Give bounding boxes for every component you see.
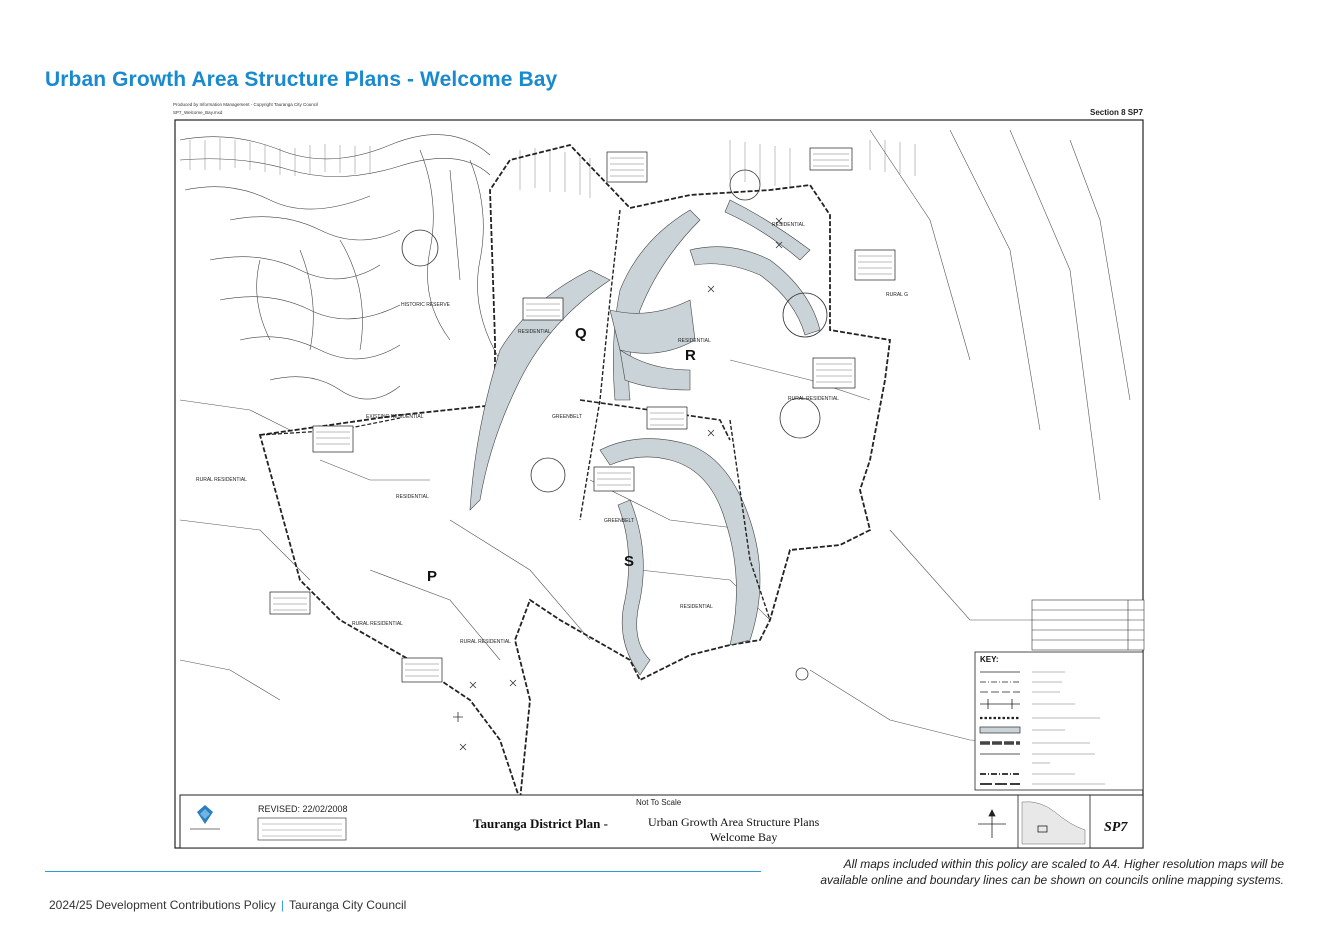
label-greenbelt-q: GREENBELT: [552, 414, 582, 420]
map-scale-note-line1: All maps included within this policy are…: [843, 857, 1284, 871]
label-residential-s: RESIDENTIAL: [680, 604, 713, 610]
file-note: SP7_Welcome_Bay.mxd: [173, 110, 223, 115]
footer-separator: |: [280, 898, 284, 912]
label-rural-residential-south: RURAL RESIDENTIAL: [460, 639, 511, 645]
scale-note: Not To Scale: [636, 798, 682, 807]
label-rural-residential-p: RURAL RESIDENTIAL: [352, 621, 403, 627]
zone-p-label: P: [427, 568, 437, 585]
revised-date: REVISED: 22/02/2008: [258, 804, 348, 814]
label-historic-reserve: HISTORIC RESERVE: [401, 302, 451, 308]
map-drawing: Produced by Information Management - Cop…: [173, 102, 1145, 849]
label-rural-g: RURAL G: [886, 292, 908, 298]
structure-plan-map: Produced by Information Management - Cop…: [170, 100, 1150, 852]
key-title: KEY:: [980, 655, 999, 664]
zone-q-label: Q: [575, 325, 587, 342]
label-residential-r: RESIDENTIAL: [678, 338, 711, 344]
producer-note: Produced by Information Management - Cop…: [173, 102, 318, 107]
section-label: Section 8 SP7: [1090, 108, 1143, 117]
label-greenbelt-s: GREENBELT: [604, 518, 634, 524]
plan-name-bold: Tauranga District Plan -: [473, 816, 608, 831]
sheet-number: SP7: [1104, 820, 1128, 835]
revision-table: [1031, 599, 1145, 651]
map-scale-note-line2: available online and boundary lines can …: [820, 873, 1284, 887]
map-key: KEY:: [974, 651, 1144, 791]
page-footer: 2024/25 Development Contributions Policy…: [49, 898, 406, 912]
label-rural-residential-west: RURAL RESIDENTIAL: [196, 477, 247, 483]
label-residential-p: RESIDENTIAL: [396, 494, 429, 500]
label-existing-residential: EXISTING RESIDENTIAL: [366, 414, 424, 420]
map-scale-note: All maps included within this policy are…: [724, 856, 1284, 888]
zone-r-label: R: [685, 347, 696, 364]
label-residential-top: RESIDENTIAL: [772, 222, 805, 228]
zone-s-label: S: [624, 553, 634, 570]
page-title: Urban Growth Area Structure Plans - Welc…: [45, 68, 558, 91]
plan-subtitle: Welcome Bay: [710, 830, 777, 844]
footer-council-name: Tauranga City Council: [288, 898, 407, 912]
footer-policy-name: 2024/25 Development Contributions Policy: [49, 898, 276, 912]
footer-divider: [45, 871, 761, 872]
plan-name: Urban Growth Area Structure Plans: [648, 815, 820, 829]
label-residential-q: RESIDENTIAL: [518, 329, 551, 335]
label-rural-residential-east: RURAL RESIDENTIAL: [788, 396, 839, 402]
title-block: REVISED: 22/02/2008 Not To Scale Taurang…: [179, 794, 1144, 849]
